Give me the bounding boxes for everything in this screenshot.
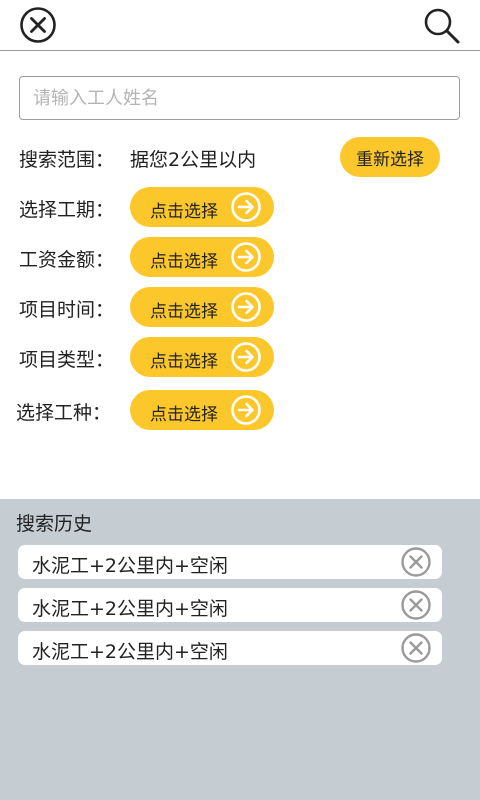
- filter-row-duration: 选择工期： 点击选择: [0, 187, 480, 227]
- filter-row-project-time: 项目时间： 点击选择: [0, 287, 480, 327]
- select-project-type-button[interactable]: 点击选择: [130, 337, 274, 377]
- close-circle-icon: [20, 7, 56, 43]
- history-item-text: 水泥工+2公里内+空闲: [32, 555, 228, 577]
- history-item[interactable]: 水泥工+2公里内+空闲: [18, 631, 442, 665]
- search-history-title: 搜索历史: [16, 513, 93, 535]
- history-item-text: 水泥工+2公里内+空闲: [32, 598, 228, 620]
- arrow-right-circle-icon: [231, 242, 261, 272]
- delete-circle-icon[interactable]: [400, 546, 432, 578]
- filter-label-duration: 选择工期：: [19, 199, 115, 221]
- arrow-right-circle-icon: [231, 395, 261, 425]
- worker-name-input[interactable]: [19, 76, 460, 120]
- select-trade-button[interactable]: 点击选择: [130, 390, 274, 430]
- select-button-label: 点击选择: [150, 302, 218, 322]
- search-history-panel: 搜索历史 水泥工+2公里内+空闲 水泥工+2公里内+空闲 水泥工+2公里内+空闲: [0, 499, 480, 800]
- filter-label-project-time: 项目时间：: [19, 299, 115, 321]
- search-range-label: 搜索范围：: [19, 149, 115, 171]
- filter-label-trade: 选择工种：: [16, 402, 112, 424]
- close-button[interactable]: [18, 5, 58, 45]
- history-item[interactable]: 水泥工+2公里内+空闲: [18, 545, 442, 579]
- select-duration-button[interactable]: 点击选择: [130, 187, 274, 227]
- history-item[interactable]: 水泥工+2公里内+空闲: [18, 588, 442, 622]
- filter-label-project-type: 项目类型：: [19, 349, 115, 371]
- filter-row-project-type: 项目类型： 点击选择: [0, 337, 480, 377]
- arrow-right-circle-icon: [231, 342, 261, 372]
- select-button-label: 点击选择: [150, 252, 218, 272]
- search-button[interactable]: [420, 4, 464, 48]
- select-button-label: 点击选择: [150, 352, 218, 372]
- history-item-text: 水泥工+2公里内+空闲: [32, 641, 228, 663]
- filter-label-wage: 工资金额：: [19, 249, 115, 271]
- search-range-row: 搜索范围： 据您2公里以内 重新选择: [0, 137, 480, 177]
- delete-circle-icon[interactable]: [400, 632, 432, 664]
- arrow-right-circle-icon: [231, 192, 261, 222]
- filter-row-wage: 工资金额： 点击选择: [0, 237, 480, 277]
- top-bar: [0, 0, 480, 51]
- filter-row-trade: 选择工种： 点击选择: [0, 390, 480, 430]
- select-button-label: 点击选择: [150, 405, 218, 425]
- reselect-button[interactable]: 重新选择: [340, 137, 440, 177]
- select-button-label: 点击选择: [150, 202, 218, 222]
- select-wage-button[interactable]: 点击选择: [130, 237, 274, 277]
- select-project-time-button[interactable]: 点击选择: [130, 287, 274, 327]
- search-icon: [424, 8, 460, 44]
- search-range-value: 据您2公里以内: [130, 149, 257, 171]
- delete-circle-icon[interactable]: [400, 589, 432, 621]
- arrow-right-circle-icon: [231, 292, 261, 322]
